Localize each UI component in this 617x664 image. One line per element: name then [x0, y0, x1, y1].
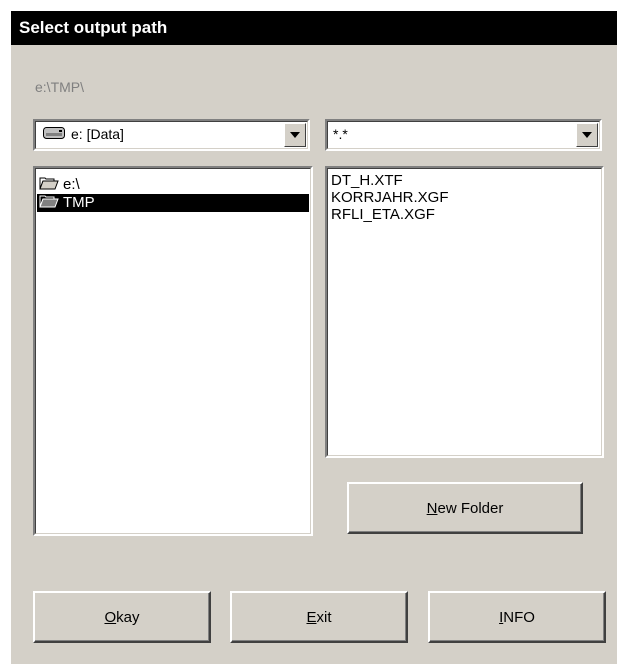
info-button-label: INFO [499, 608, 535, 626]
file-filter-select[interactable]: *.* [325, 119, 602, 151]
directory-item-label: e:\ [63, 176, 80, 193]
dialog-title: Select output path [11, 11, 617, 45]
chevron-down-icon [582, 132, 592, 138]
new-folder-button-label: New Folder [426, 499, 504, 517]
drive-dropdown-button[interactable] [284, 123, 306, 147]
directory-item-tmp[interactable]: TMP [37, 194, 309, 212]
file-list-item[interactable]: KORRJAHR.XGF [331, 189, 449, 206]
open-folder-icon [39, 194, 59, 213]
okay-button[interactable]: Okay [33, 591, 211, 643]
file-list-item[interactable]: RFLI_ETA.XGF [331, 206, 435, 223]
file-list-item[interactable]: DT_H.XTF [331, 172, 403, 189]
exit-button-label: Exit [306, 608, 332, 626]
filter-dropdown-button[interactable] [576, 123, 598, 147]
okay-button-label: Okay [104, 608, 140, 626]
current-path-label: e:\TMP\ [35, 79, 85, 95]
chevron-down-icon [290, 132, 300, 138]
directory-list[interactable]: e:\ TMP [33, 166, 313, 536]
new-folder-button[interactable]: New Folder [347, 482, 583, 534]
directory-item-label: TMP [63, 194, 95, 211]
exit-button[interactable]: Exit [230, 591, 408, 643]
directory-item-root[interactable]: e:\ [39, 176, 80, 194]
select-output-path-dialog: Select output path e:\TMP\ e: [Data] *.* [10, 10, 617, 664]
drive-select[interactable]: e: [Data] [33, 119, 310, 151]
file-filter-value: *.* [333, 126, 348, 142]
file-list[interactable]: DT_H.XTF KORRJAHR.XGF RFLI_ETA.XGF [325, 166, 604, 458]
info-button[interactable]: INFO [428, 591, 606, 643]
drive-icon [43, 126, 65, 142]
open-folder-icon [39, 176, 59, 195]
drive-select-value: e: [Data] [71, 126, 124, 142]
